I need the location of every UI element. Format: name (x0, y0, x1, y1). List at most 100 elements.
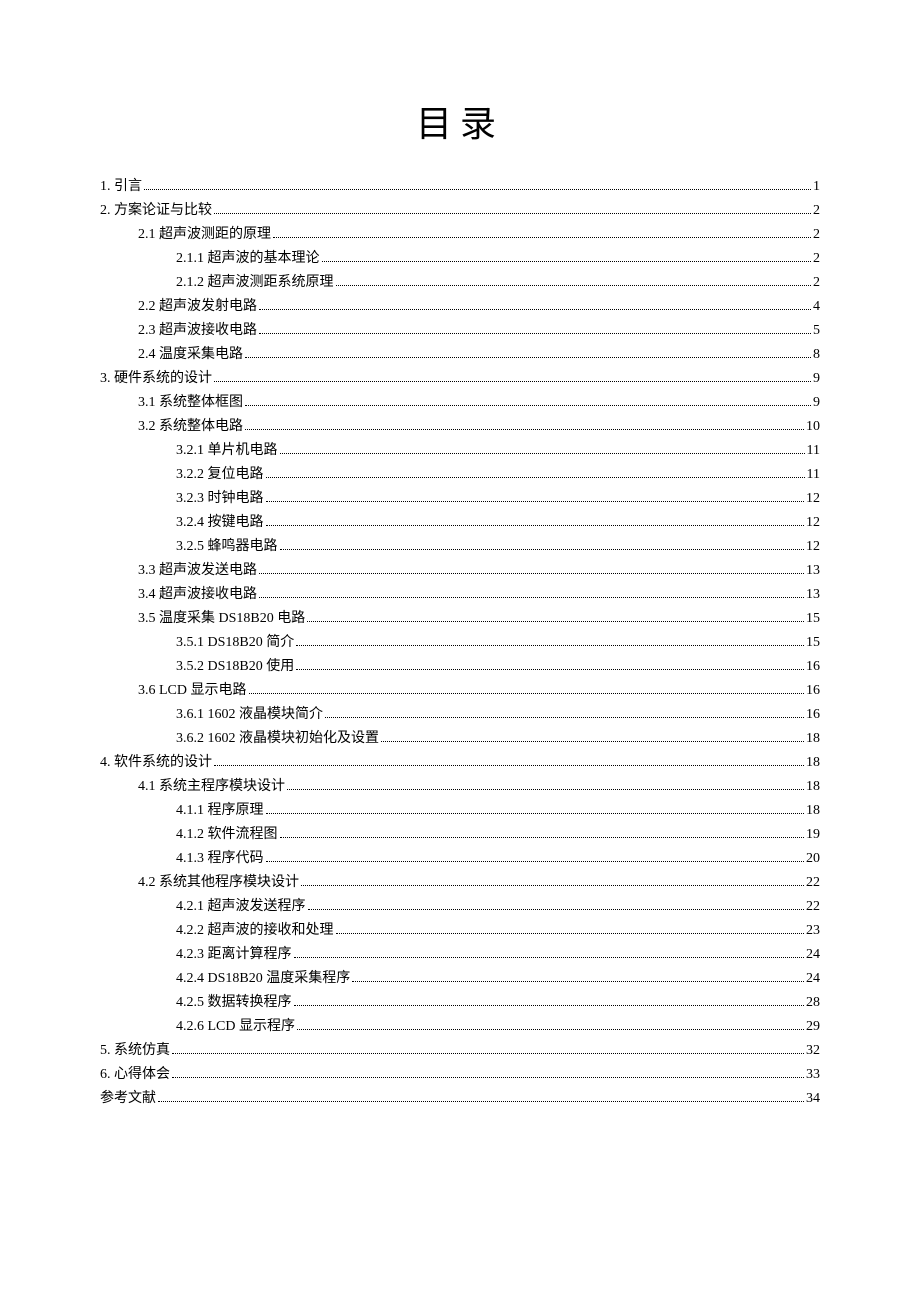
toc-entry-page: 20 (806, 847, 820, 871)
toc-entry[interactable]: 2.2 超声波发射电路4 (100, 295, 820, 319)
toc-entry-label: 3.2.4 按键电路 (176, 511, 264, 535)
toc-entry-page: 12 (806, 535, 820, 559)
toc-entry-label: 3.1 系统整体框图 (138, 391, 243, 415)
toc-entry-page: 16 (806, 703, 820, 727)
toc-leader-dots (259, 597, 804, 598)
toc-entry[interactable]: 2.3 超声波接收电路5 (100, 319, 820, 343)
toc-entry-page: 2 (813, 247, 820, 271)
toc-leader-dots (158, 1101, 804, 1102)
toc-entry[interactable]: 参考文献34 (100, 1087, 820, 1111)
toc-entry[interactable]: 2.1.2 超声波测距系统原理2 (100, 271, 820, 295)
toc-entry-page: 5 (813, 319, 820, 343)
toc-entry[interactable]: 5. 系统仿真 32 (100, 1039, 820, 1063)
toc-entry[interactable]: 4.2.6 LCD 显示程序29 (100, 1015, 820, 1039)
toc-entry-page: 28 (806, 991, 820, 1015)
toc-entry[interactable]: 4. 软件系统的设计18 (100, 751, 820, 775)
toc-leader-dots (249, 693, 805, 694)
toc-entry-label: 3.6.1 1602 液晶模块简介 (176, 703, 323, 727)
toc-entry[interactable]: 4.1 系统主程序模块设计18 (100, 775, 820, 799)
toc-entry[interactable]: 3.5.1 DS18B20 简介15 (100, 631, 820, 655)
toc-entry-label: 4.1.3 程序代码 (176, 847, 264, 871)
toc-entry[interactable]: 3.6.2 1602 液晶模块初始化及设置18 (100, 727, 820, 751)
toc-entry[interactable]: 3.5 温度采集 DS18B20 电路 15 (100, 607, 820, 631)
toc-entry-page: 32 (806, 1039, 820, 1063)
toc-entry-label: 4.1.1 程序原理 (176, 799, 264, 823)
toc-entry[interactable]: 3.2.1 单片机电路11 (100, 439, 820, 463)
toc-entry-label: 4.2.1 超声波发送程序 (176, 895, 306, 919)
toc-entry-page: 10 (806, 415, 820, 439)
toc-entry[interactable]: 4.1.2 软件流程图19 (100, 823, 820, 847)
toc-entry[interactable]: 2.4 温度采集电路 8 (100, 343, 820, 367)
toc-leader-dots (259, 309, 811, 310)
toc-entry-label: 3.5 温度采集 DS18B20 电路 (138, 607, 305, 631)
toc-entry[interactable]: 3.2 系统整体电路 10 (100, 415, 820, 439)
toc-entry[interactable]: 4.2 系统其他程序模块设计22 (100, 871, 820, 895)
toc-entry[interactable]: 4.2.1 超声波发送程序22 (100, 895, 820, 919)
toc-entry-label: 4.2.6 LCD 显示程序 (176, 1015, 295, 1039)
toc-entry-page: 9 (813, 391, 820, 415)
toc-entry[interactable]: 3.4 超声波接收电路 13 (100, 583, 820, 607)
toc-leader-dots (322, 261, 812, 262)
toc-entry-label: 2. 方案论证与比较 (100, 199, 212, 223)
toc-entry-page: 1 (813, 175, 820, 199)
toc-entry[interactable]: 2.1 超声波测距的原理 2 (100, 223, 820, 247)
toc-entry[interactable]: 4.2.4 DS18B20 温度采集程序24 (100, 967, 820, 991)
toc-entry-page: 4 (813, 295, 820, 319)
toc-entry-page: 18 (806, 799, 820, 823)
toc-leader-dots (214, 765, 804, 766)
toc-entry-label: 3.2.3 时钟电路 (176, 487, 264, 511)
toc-entry[interactable]: 3.2.5 蜂鸣器电路12 (100, 535, 820, 559)
toc-leader-dots (352, 981, 804, 982)
toc-leader-dots (287, 789, 804, 790)
toc-entry[interactable]: 3.5.2 DS18B20 使用16 (100, 655, 820, 679)
toc-leader-dots (273, 237, 811, 238)
toc-entry[interactable]: 3.6.1 1602 液晶模块简介 16 (100, 703, 820, 727)
toc-entry-page: 13 (806, 583, 820, 607)
toc-entry-page: 15 (806, 631, 820, 655)
toc-entry[interactable]: 3.2.2 复位电路11 (100, 463, 820, 487)
toc-entry-label: 2.4 温度采集电路 (138, 343, 243, 367)
toc-entry[interactable]: 3.3 超声波发送电路13 (100, 559, 820, 583)
toc-leader-dots (259, 573, 804, 574)
toc-leader-dots (266, 525, 805, 526)
toc-entry-page: 2 (813, 223, 820, 247)
toc-entry-label: 4.2.3 距离计算程序 (176, 943, 292, 967)
toc-entry-label: 5. 系统仿真 (100, 1039, 170, 1063)
toc-leader-dots (280, 549, 805, 550)
toc-entry[interactable]: 3.2.4 按键电路12 (100, 511, 820, 535)
toc-entry-page: 22 (806, 871, 820, 895)
toc-leader-dots (297, 1029, 804, 1030)
toc-leader-dots (245, 429, 804, 430)
toc-entry-page: 8 (813, 343, 820, 367)
toc-entry[interactable]: 2.1.1 超声波的基本理论2 (100, 247, 820, 271)
toc-entry-page: 15 (806, 607, 820, 631)
toc-leader-dots (381, 741, 804, 742)
toc-entry[interactable]: 3.6 LCD 显示电路16 (100, 679, 820, 703)
toc-leader-dots (336, 285, 812, 286)
toc-leader-dots (280, 453, 805, 454)
toc-entry[interactable]: 1. 引言 1 (100, 175, 820, 199)
toc-entry-label: 3.5.2 DS18B20 使用 (176, 655, 294, 679)
toc-leader-dots (245, 405, 811, 406)
toc-entry[interactable]: 4.1.3 程序代码 20 (100, 847, 820, 871)
toc-entry-label: 3.4 超声波接收电路 (138, 583, 257, 607)
toc-entry-label: 1. 引言 (100, 175, 142, 199)
toc-entry-page: 11 (807, 463, 820, 487)
toc-entry[interactable]: 4.2.2 超声波的接收和处理23 (100, 919, 820, 943)
toc-entry-label: 4.2.5 数据转换程序 (176, 991, 292, 1015)
table-of-contents: 1. 引言12. 方案论证与比较22.1 超声波测距的原理22.1.1 超声波的… (100, 175, 820, 1111)
toc-entry[interactable]: 4.2.5 数据转换程序 28 (100, 991, 820, 1015)
toc-entry-label: 2.1 超声波测距的原理 (138, 223, 271, 247)
toc-leader-dots (296, 645, 804, 646)
toc-entry[interactable]: 3. 硬件系统的设计9 (100, 367, 820, 391)
toc-entry[interactable]: 3.1 系统整体框图 9 (100, 391, 820, 415)
toc-entry[interactable]: 2. 方案论证与比较2 (100, 199, 820, 223)
toc-entry[interactable]: 4.2.3 距离计算程序24 (100, 943, 820, 967)
toc-leader-dots (325, 717, 804, 718)
toc-entry-label: 3.2 系统整体电路 (138, 415, 243, 439)
toc-entry[interactable]: 3.2.3 时钟电路12 (100, 487, 820, 511)
toc-entry-page: 19 (806, 823, 820, 847)
toc-entry[interactable]: 6. 心得体会33 (100, 1063, 820, 1087)
toc-entry[interactable]: 4.1.1 程序原理 18 (100, 799, 820, 823)
toc-leader-dots (308, 909, 805, 910)
